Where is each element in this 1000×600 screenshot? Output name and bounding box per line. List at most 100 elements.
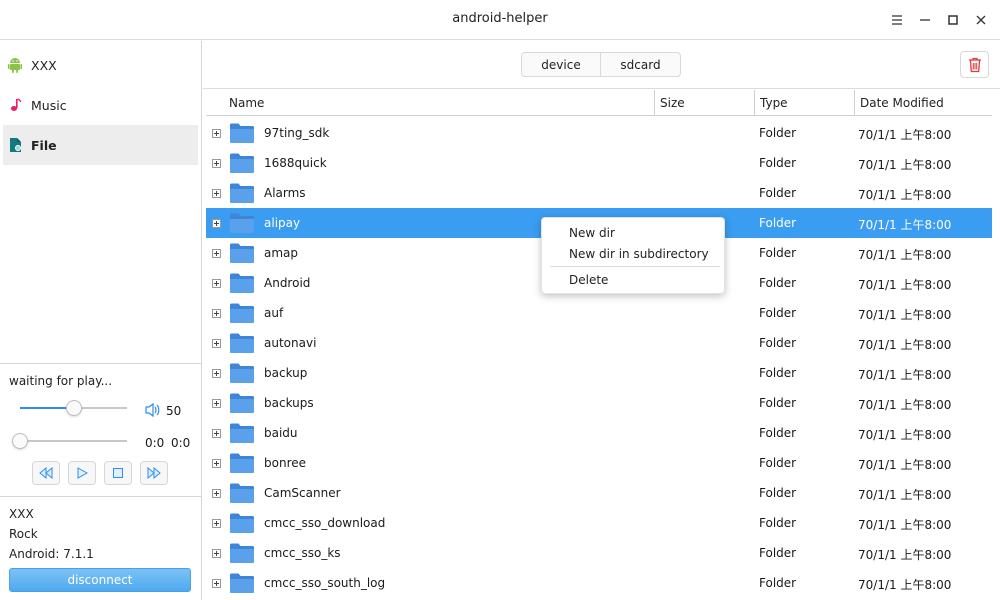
file-type: Folder (759, 126, 797, 140)
disconnect-button[interactable]: disconnect (9, 568, 191, 592)
window-controls (886, 10, 992, 30)
device-name: XXX (9, 507, 34, 521)
folder-icon (230, 333, 254, 353)
table-row[interactable]: backup Folder 70/1/1 上午8:00 (206, 358, 992, 388)
file-date-modified: 70/1/1 上午8:00 (858, 188, 952, 202)
tab-sdcard[interactable]: sdcard (600, 52, 681, 77)
column-type[interactable]: Type (755, 90, 855, 116)
table-row[interactable]: cmcc_sso_ks Folder 70/1/1 上午8:00 (206, 538, 992, 568)
sidebar-item-device[interactable]: XXX (3, 45, 198, 85)
table-row[interactable]: cmcc_sso_download Folder 70/1/1 上午8:00 (206, 508, 992, 538)
progress-slider-handle[interactable] (12, 433, 28, 449)
file-date-modified: 70/1/1 上午8:00 (858, 308, 952, 322)
expand-icon[interactable] (212, 519, 221, 528)
expand-icon[interactable] (212, 189, 221, 198)
minimize-icon[interactable] (914, 10, 936, 30)
file-type: Folder (759, 336, 797, 350)
expand-icon[interactable] (212, 309, 221, 318)
folder-icon (230, 363, 254, 383)
file-type: Folder (759, 426, 797, 440)
player-status: waiting for play... (9, 374, 113, 388)
file-date-modified: 70/1/1 上午8:00 (858, 398, 952, 412)
file-type: Folder (759, 396, 797, 410)
menu-divider (550, 266, 720, 267)
sidebar-item-file[interactable]: File (3, 125, 198, 165)
table-row[interactable]: cmcc_sso_south_log Folder 70/1/1 上午8:00 (206, 568, 992, 598)
expand-icon[interactable] (212, 339, 221, 348)
expand-icon[interactable] (212, 159, 221, 168)
column-date-modified[interactable]: Date Modified (855, 90, 992, 116)
table-row[interactable]: bonree Folder 70/1/1 上午8:00 (206, 448, 992, 478)
maximize-icon[interactable] (942, 10, 964, 30)
stop-button[interactable] (104, 461, 132, 485)
table-row[interactable]: autonavi Folder 70/1/1 上午8:00 (206, 328, 992, 358)
volume-value: 50 (166, 404, 182, 418)
volume-icon[interactable] (144, 402, 162, 418)
file-icon (7, 137, 23, 153)
file-name: amap (264, 246, 299, 260)
close-icon[interactable] (970, 10, 992, 30)
time-total: 0:0 (171, 436, 191, 450)
expand-icon[interactable] (212, 369, 221, 378)
table-row[interactable]: CamScanner Folder 70/1/1 上午8:00 (206, 478, 992, 508)
file-name: CamScanner (264, 486, 341, 500)
table-row[interactable]: baidu Folder 70/1/1 上午8:00 (206, 418, 992, 448)
progress-slider[interactable] (12, 433, 127, 449)
file-date-modified: 70/1/1 上午8:00 (858, 428, 952, 442)
file-date-modified: 70/1/1 上午8:00 (858, 218, 952, 232)
folder-icon (230, 153, 254, 173)
menu-icon[interactable] (886, 10, 908, 30)
menu-item-new-dir-in-subdirectory[interactable]: New dir in subdirectory (542, 243, 726, 264)
folder-icon (230, 573, 254, 593)
file-date-modified: 70/1/1 上午8:00 (858, 488, 952, 502)
volume-slider[interactable] (20, 400, 127, 416)
music-player: waiting for play... 50 0:0 0:0 (0, 363, 201, 497)
expand-icon[interactable] (212, 579, 221, 588)
file-name: Alarms (264, 186, 306, 200)
tab-device[interactable]: device (521, 52, 601, 77)
play-button[interactable] (68, 461, 96, 485)
next-button[interactable] (140, 461, 168, 485)
file-type: Folder (759, 216, 797, 230)
folder-icon (230, 243, 254, 263)
table-row[interactable]: 1688quick Folder 70/1/1 上午8:00 (206, 148, 992, 178)
trash-icon (968, 57, 981, 72)
file-type: Folder (759, 276, 797, 290)
table-row[interactable]: Alarms Folder 70/1/1 上午8:00 (206, 178, 992, 208)
sidebar-item-label: File (31, 137, 57, 153)
table-row[interactable]: backups Folder 70/1/1 上午8:00 (206, 388, 992, 418)
delete-button[interactable] (960, 51, 989, 78)
menu-item-delete[interactable]: Delete (542, 269, 726, 290)
expand-icon[interactable] (212, 399, 221, 408)
music-note-icon (7, 97, 23, 113)
column-size[interactable]: Size (655, 90, 755, 116)
file-name: alipay (264, 216, 301, 230)
table-row[interactable]: auf Folder 70/1/1 上午8:00 (206, 298, 992, 328)
sidebar-item-music[interactable]: Music (3, 85, 198, 125)
folder-icon (230, 213, 254, 233)
android-icon (7, 57, 23, 73)
expand-icon[interactable] (212, 549, 221, 558)
expand-icon[interactable] (212, 279, 221, 288)
table-row[interactable]: 97ting_sdk Folder 70/1/1 上午8:00 (206, 118, 992, 148)
folder-icon (230, 123, 254, 143)
expand-icon[interactable] (212, 489, 221, 498)
volume-slider-handle[interactable] (65, 400, 82, 416)
file-name: autonavi (264, 336, 317, 350)
expand-icon[interactable] (212, 129, 221, 138)
previous-button[interactable] (32, 461, 60, 485)
file-date-modified: 70/1/1 上午8:00 (858, 278, 952, 292)
menu-item-new-dir[interactable]: New dir (542, 222, 726, 243)
folder-icon (230, 393, 254, 413)
folder-icon (230, 183, 254, 203)
expand-icon[interactable] (212, 459, 221, 468)
stop-icon (113, 468, 123, 478)
file-name: baidu (264, 426, 298, 440)
expand-icon[interactable] (212, 249, 221, 258)
file-name: Android (264, 276, 311, 290)
expand-icon[interactable] (212, 219, 221, 228)
file-name: bonree (264, 456, 306, 470)
expand-icon[interactable] (212, 429, 221, 438)
column-name[interactable]: Name (206, 90, 655, 116)
file-type: Folder (759, 156, 797, 170)
